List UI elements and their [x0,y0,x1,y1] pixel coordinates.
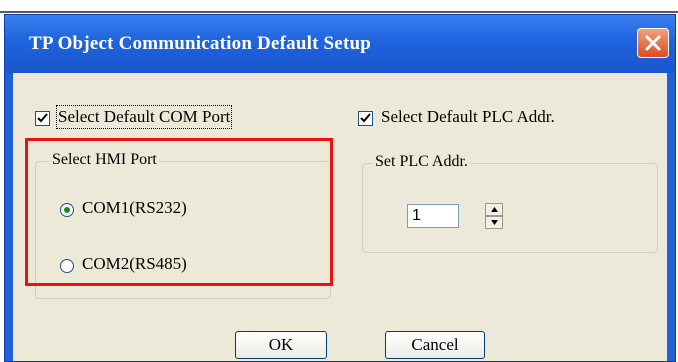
plc-addr-input[interactable]: 1 [407,204,459,228]
default-com-port-label[interactable]: Select Default COM Port [55,105,233,129]
default-plc-addr-label[interactable]: Select Default PLC Addr. [381,107,555,127]
ok-button[interactable]: OK [235,331,327,359]
annotation-highlight-box [25,138,333,286]
title-bar[interactable]: TP Object Communication Default Setup [5,15,675,73]
set-plc-addr-group: Set PLC Addr. 1 [362,153,658,253]
cancel-button[interactable]: Cancel [385,331,485,359]
chevron-up-icon [491,207,498,212]
set-plc-addr-title: Set PLC Addr. [373,153,470,171]
checkmark-icon [360,113,371,123]
close-button[interactable] [637,28,669,58]
spin-down-button[interactable] [485,216,503,229]
checkmark-icon [37,113,48,123]
chevron-down-icon [491,220,498,225]
plc-addr-spinner [485,203,503,229]
window-title: TP Object Communication Default Setup [29,33,372,54]
close-icon [645,35,661,51]
default-plc-addr-checkbox[interactable] [358,111,373,126]
background-window-edge [0,0,678,14]
default-com-port-checkbox[interactable] [35,111,50,126]
spin-up-button[interactable] [485,203,503,216]
